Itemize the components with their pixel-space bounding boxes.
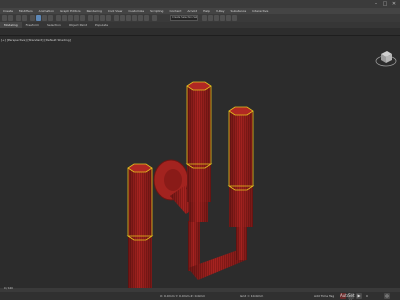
setkey-button[interactable]: Set K. [348,293,355,300]
zoom-extents-icon[interactable]: ◎ [384,293,390,299]
perspective-viewport[interactable]: [+] [Perspective] [Standard] [Default Sh… [0,36,400,288]
pivot-button[interactable] [56,15,61,21]
status-bar: X: 0.0mm Y: 0.0mm Z: 0.0mm Grid = 10.0mm… [0,292,400,300]
snap-button[interactable] [62,15,67,21]
ribbon-panel [0,28,400,36]
render-setup-button[interactable] [132,15,137,21]
mirror-button[interactable] [88,15,93,21]
play-button[interactable]: ▶ [356,293,362,299]
toolbar-button-c[interactable] [214,15,219,21]
toolbar-button-b[interactable] [208,15,213,21]
spinner-snap-button[interactable] [80,15,85,21]
align-button[interactable] [94,15,99,21]
right-candle[interactable] [227,106,255,227]
render-frame-button[interactable] [138,15,143,21]
coordinate-readout: X: 0.0mm Y: 0.0mm Z: 0.0mm [160,294,206,298]
lower-bracket[interactable] [188,221,247,280]
title-bar: – □ ✕ [0,0,400,8]
maximize-button[interactable]: □ [381,1,389,7]
schematic-view-button[interactable] [120,15,125,21]
redo-button[interactable] [8,15,13,21]
toolbar-button-f[interactable] [232,15,237,21]
app-window: – □ ✕ Create Modifiers Animation Graph E… [0,0,400,300]
render-button[interactable] [144,15,149,21]
layer-explorer-button[interactable] [100,15,105,21]
viewcube-icon[interactable] [374,45,398,69]
graphite-button[interactable] [106,15,111,21]
minimize-button[interactable]: – [372,1,380,7]
percent-snap-button[interactable] [74,15,79,21]
selection-set-dropdown[interactable]: Create Selection Set [170,15,198,21]
current-frame[interactable]: 0 [366,293,368,299]
add-time-tag[interactable]: Add Time Tag [314,293,334,299]
material-editor-button[interactable] [126,15,131,21]
grid-size: Grid = 10.0mm [240,294,264,298]
select-move-button[interactable] [36,15,41,21]
undo-button[interactable] [2,15,7,21]
left-candle[interactable] [126,163,154,288]
center-candle[interactable] [185,81,213,202]
select-scale-button[interactable] [48,15,53,21]
toolbar-button-a[interactable] [202,15,207,21]
unlink-button[interactable] [22,15,27,21]
scene-model[interactable] [0,36,400,288]
edit-named-sets-button[interactable] [152,15,157,21]
main-toolbar: Create Selection Set [0,14,400,22]
curve-editor-button[interactable] [114,15,119,21]
select-rotate-button[interactable] [42,15,47,21]
toolbar-button-e[interactable] [226,15,231,21]
toolbar-button-d[interactable] [220,15,225,21]
close-button[interactable]: ✕ [390,1,398,7]
angle-snap-button[interactable] [68,15,73,21]
link-button[interactable] [16,15,21,21]
select-object-button[interactable] [30,15,35,21]
autokey-button[interactable]: Auto [340,293,349,299]
timeline-range: 0 / 100 [4,287,13,290]
